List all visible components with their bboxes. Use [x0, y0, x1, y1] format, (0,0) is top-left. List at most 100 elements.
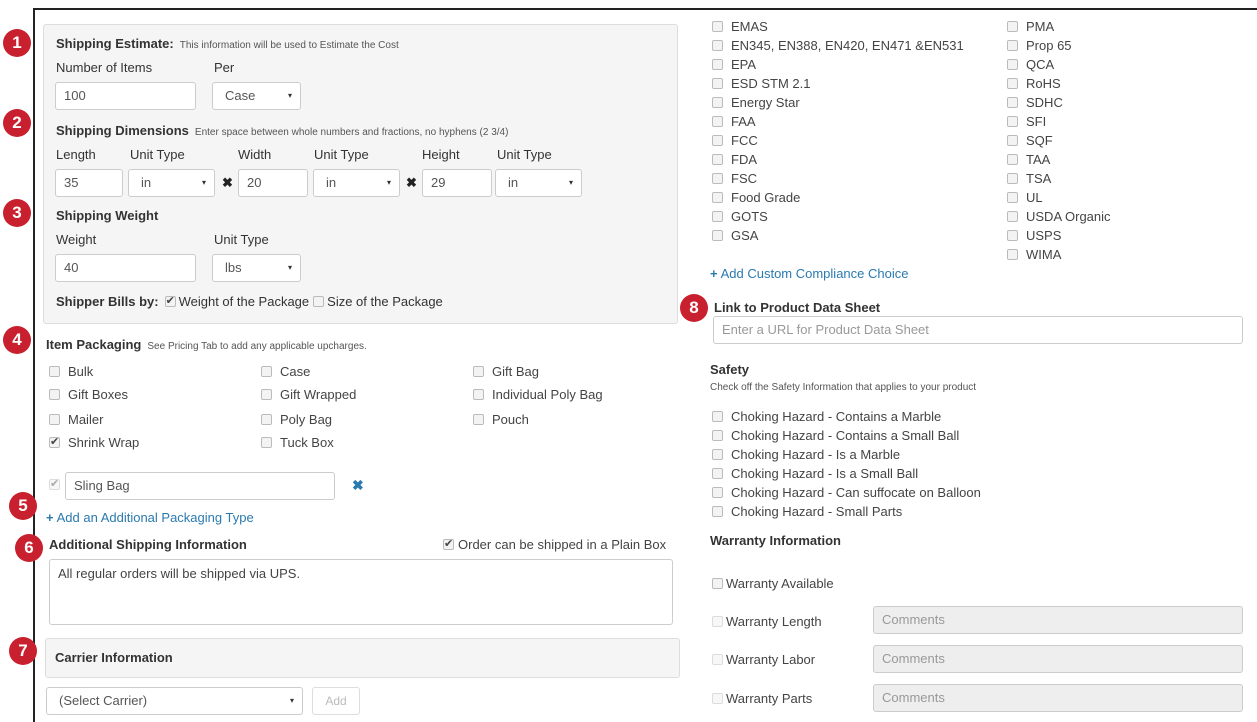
packaging-option[interactable]: Gift Wrapped: [261, 387, 356, 402]
packaging-option[interactable]: Shrink Wrap: [49, 435, 139, 450]
checkbox[interactable]: [443, 537, 454, 550]
warranty-labor-input[interactable]: Comments: [873, 645, 1243, 673]
checkbox[interactable]: [261, 414, 272, 425]
warranty-available-checkbox[interactable]: Warranty Available: [712, 576, 834, 591]
checkbox[interactable]: [712, 430, 723, 441]
checkbox[interactable]: [261, 389, 272, 400]
packaging-option[interactable]: Pouch: [473, 412, 529, 427]
checkbox[interactable]: [1007, 97, 1018, 108]
checkbox[interactable]: [712, 97, 723, 108]
safety-option[interactable]: Choking Hazard - Is a Small Ball: [712, 466, 918, 481]
bill-by-size-checkbox[interactable]: [313, 296, 325, 307]
additional-shipping-textarea[interactable]: All regular orders will be shipped via U…: [49, 559, 673, 625]
compliance-option[interactable]: QCA: [1007, 57, 1054, 72]
compliance-option[interactable]: GOTS: [712, 209, 768, 224]
packaging-option[interactable]: Tuck Box: [261, 435, 334, 450]
checkbox[interactable]: [1007, 154, 1018, 165]
compliance-option[interactable]: UL: [1007, 190, 1043, 205]
compliance-option[interactable]: EN345, EN388, EN420, EN471 &EN531: [712, 38, 964, 53]
width-input[interactable]: 20: [238, 169, 308, 197]
checkbox[interactable]: [49, 366, 60, 377]
warranty-parts-checkbox[interactable]: Warranty Parts: [712, 691, 812, 706]
checkbox[interactable]: [1007, 116, 1018, 127]
checkbox[interactable]: [712, 21, 723, 32]
packaging-option[interactable]: Mailer: [49, 412, 103, 427]
packaging-option[interactable]: Case: [261, 364, 310, 379]
safety-option[interactable]: Choking Hazard - Is a Marble: [712, 447, 900, 462]
compliance-option[interactable]: TAA: [1007, 152, 1050, 167]
checkbox[interactable]: [712, 411, 723, 422]
safety-option[interactable]: Choking Hazard - Contains a Marble: [712, 409, 941, 424]
packaging-option[interactable]: Gift Boxes: [49, 387, 128, 402]
remove-icon[interactable]: ✖: [352, 477, 364, 494]
checkbox[interactable]: [1007, 59, 1018, 70]
packaging-option[interactable]: Poly Bag: [261, 412, 332, 427]
warranty-parts-input[interactable]: Comments: [873, 684, 1243, 712]
checkbox[interactable]: [473, 366, 484, 377]
checkbox[interactable]: [712, 173, 723, 184]
compliance-option[interactable]: Prop 65: [1007, 38, 1072, 53]
add-packaging-type-link[interactable]: + Add an Additional Packaging Type: [46, 510, 254, 525]
custom-packaging-input[interactable]: Sling Bag: [65, 472, 335, 500]
checkbox[interactable]: [473, 414, 484, 425]
checkbox[interactable]: [1007, 249, 1018, 260]
checkbox[interactable]: [712, 654, 723, 665]
checkbox[interactable]: [712, 135, 723, 146]
add-carrier-button[interactable]: Add: [312, 687, 360, 715]
safety-option[interactable]: Choking Hazard - Contains a Small Ball: [712, 428, 959, 443]
compliance-option[interactable]: TSA: [1007, 171, 1051, 186]
compliance-option[interactable]: USPS: [1007, 228, 1061, 243]
checkbox[interactable]: [712, 40, 723, 51]
weight-input[interactable]: 40: [55, 254, 196, 282]
compliance-option[interactable]: SFI: [1007, 114, 1046, 129]
checkbox[interactable]: [473, 389, 484, 400]
length-unit-select[interactable]: in ▾: [128, 169, 215, 197]
compliance-option[interactable]: FAA: [712, 114, 756, 129]
plain-box-checkbox[interactable]: Order can be shipped in a Plain Box: [443, 537, 666, 552]
data-sheet-url-input[interactable]: Enter a URL for Product Data Sheet: [713, 316, 1243, 344]
compliance-option[interactable]: RoHS: [1007, 76, 1061, 91]
checkbox[interactable]: [712, 154, 723, 165]
checkbox[interactable]: [1007, 135, 1018, 146]
compliance-option[interactable]: USDA Organic: [1007, 209, 1111, 224]
checkbox[interactable]: [712, 449, 723, 460]
checkbox[interactable]: [1007, 192, 1018, 203]
checkbox[interactable]: [1007, 230, 1018, 241]
checkbox[interactable]: [49, 435, 60, 448]
checkbox[interactable]: [712, 616, 723, 627]
bill-by-weight-checkbox[interactable]: [164, 294, 176, 307]
checkbox[interactable]: [712, 506, 723, 517]
safety-option[interactable]: Choking Hazard - Can suffocate on Balloo…: [712, 485, 981, 500]
checkbox[interactable]: [712, 211, 723, 222]
height-input[interactable]: 29: [422, 169, 492, 197]
warranty-length-checkbox[interactable]: Warranty Length: [712, 614, 822, 629]
packaging-option[interactable]: Bulk: [49, 364, 93, 379]
checkbox[interactable]: [712, 59, 723, 70]
checkbox[interactable]: [261, 437, 272, 448]
number-of-items-input[interactable]: 100: [55, 82, 196, 110]
checkbox[interactable]: [49, 477, 60, 490]
compliance-option[interactable]: ESD STM 2.1: [712, 76, 810, 91]
carrier-select[interactable]: (Select Carrier) ▾: [46, 687, 303, 715]
checkbox[interactable]: [1007, 21, 1018, 32]
checkbox[interactable]: [1007, 211, 1018, 222]
checkbox[interactable]: [712, 693, 723, 704]
height-unit-select[interactable]: in ▾: [495, 169, 582, 197]
checkbox[interactable]: [712, 230, 723, 241]
checkbox[interactable]: [712, 78, 723, 89]
safety-option[interactable]: Choking Hazard - Small Parts: [712, 504, 902, 519]
checkbox[interactable]: [49, 414, 60, 425]
checkbox[interactable]: [1007, 40, 1018, 51]
compliance-option[interactable]: PMA: [1007, 19, 1054, 34]
compliance-option[interactable]: EPA: [712, 57, 756, 72]
weight-unit-select[interactable]: lbs ▾: [212, 254, 301, 282]
warranty-length-input[interactable]: Comments: [873, 606, 1243, 634]
compliance-option[interactable]: WIMA: [1007, 247, 1061, 262]
checkbox[interactable]: [712, 487, 723, 498]
compliance-option[interactable]: EMAS: [712, 19, 768, 34]
compliance-option[interactable]: Energy Star: [712, 95, 800, 110]
per-select[interactable]: Case ▾: [212, 82, 301, 110]
checkbox[interactable]: [49, 389, 60, 400]
checkbox[interactable]: [712, 578, 723, 589]
compliance-option[interactable]: GSA: [712, 228, 758, 243]
